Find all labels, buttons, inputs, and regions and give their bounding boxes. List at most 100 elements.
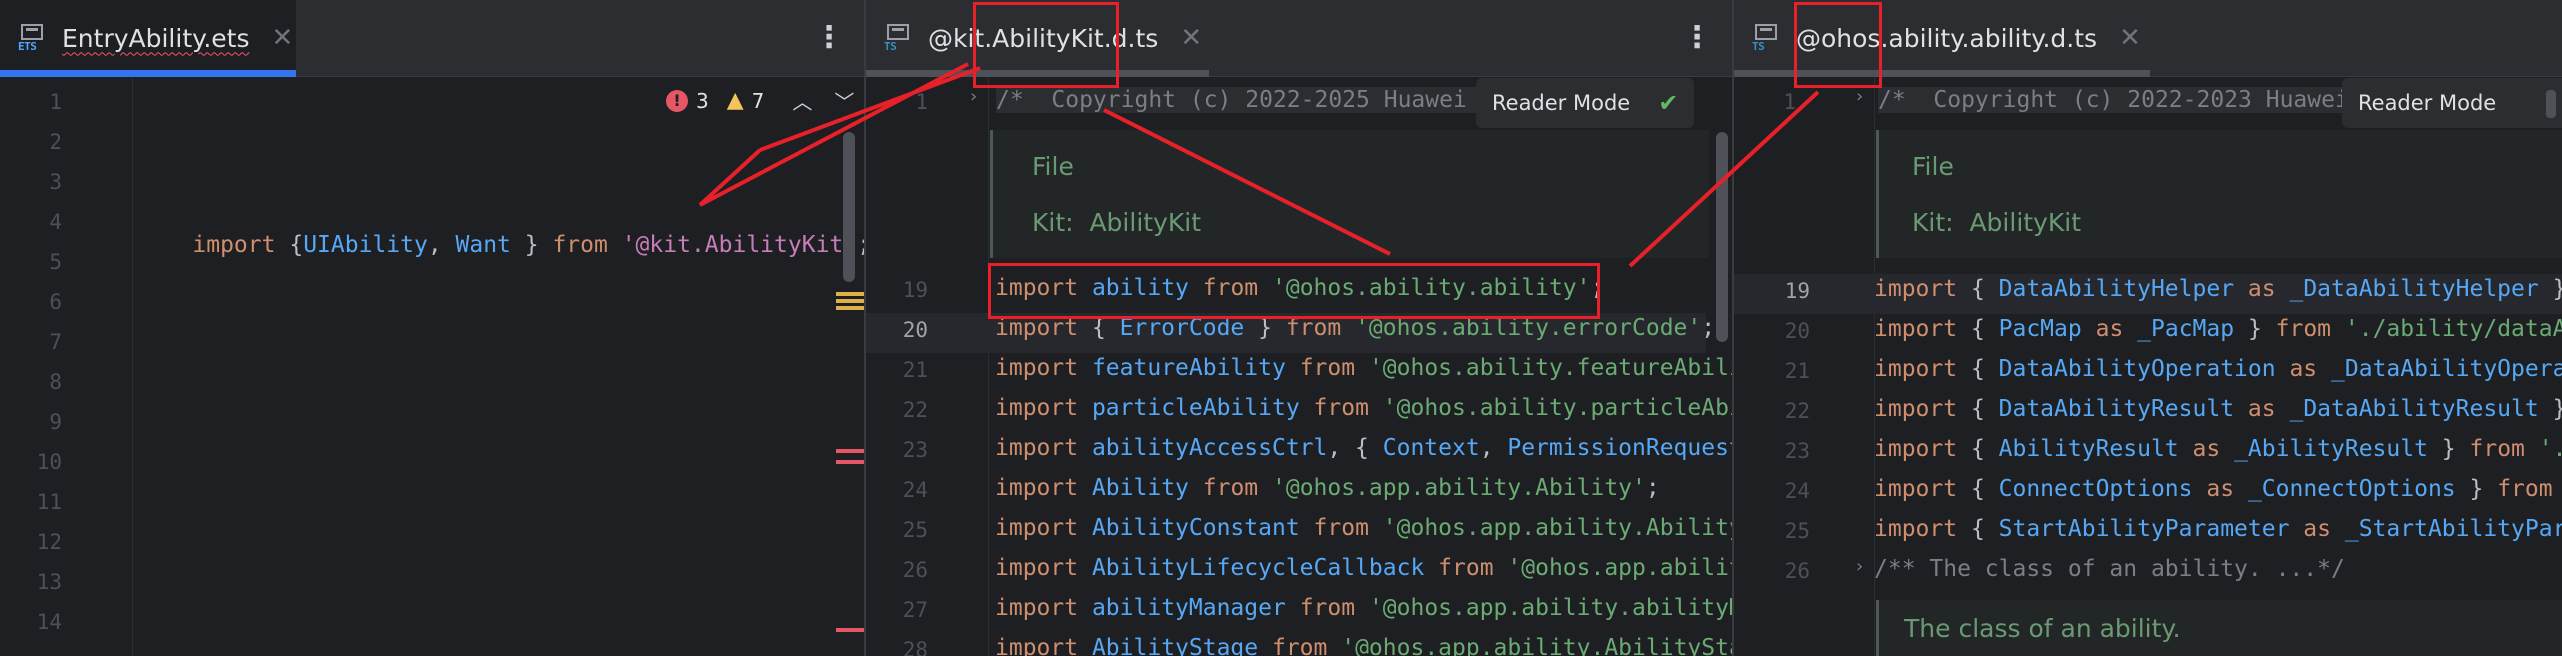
code-line-19[interactable]: import { DataAbilityHelper as _DataAbili…	[1874, 276, 2562, 302]
doc-kit-label: Kit: AbilityKit	[1032, 208, 1202, 237]
doc-file-label: File	[1912, 152, 1954, 181]
code-line-22[interactable]: import { DataAbilityResult as _DataAbili…	[1874, 396, 2562, 422]
code-token: /** The class of an ability. ...*/	[1874, 556, 2345, 582]
code-token: DataAbilityOperation	[1998, 356, 2276, 382]
warning-marker[interactable]	[836, 306, 864, 310]
code-line-22[interactable]: import particleAbility from '@ohos.abili…	[995, 395, 1732, 421]
code-line-24[interactable]: import { ConnectOptions as _ConnectOptio…	[1874, 476, 2562, 502]
chevron-up-icon[interactable]: ︿	[792, 86, 812, 115]
line-number: 8	[49, 370, 62, 394]
code-token: particleAbility	[1091, 395, 1300, 421]
code-line-26[interactable]: import AbilityLifecycleCallback from '@o…	[995, 555, 1732, 581]
code-token: '@ohos.app.ability.Ability'	[1272, 475, 1646, 501]
code-token: './ability/dataAbil	[2344, 316, 2562, 342]
code-token: {	[1957, 436, 1999, 462]
close-icon[interactable]: ✕	[1180, 23, 1202, 53]
code-line-27[interactable]: import abilityManager from '@ohos.app.ab…	[995, 595, 1732, 621]
code-line-26[interactable]: /** The class of an ability. ...*/	[1874, 556, 2345, 582]
code-token: from	[2497, 476, 2553, 502]
line-number: 13	[36, 570, 62, 594]
code-token: from	[1202, 475, 1259, 501]
error-marker[interactable]	[836, 460, 864, 464]
code-line-25[interactable]: import AbilityConstant from '@ohos.app.a…	[995, 515, 1732, 541]
code-line-20[interactable]: import { PacMap as _PacMap } from './abi…	[1874, 316, 2562, 342]
more-options-icon[interactable]: ⋮	[814, 20, 844, 55]
line-number: 5	[49, 250, 62, 274]
fold-arrow-icon[interactable]: ›	[1856, 556, 1863, 577]
doc-kit-label: Kit: AbilityKit	[1912, 208, 2082, 237]
code-token: DataAbilityResult	[1998, 396, 2235, 422]
line-number: 27	[902, 598, 928, 622]
close-icon[interactable]: ✕	[2119, 23, 2141, 53]
line-number: 3	[49, 170, 62, 194]
warning-marker[interactable]	[836, 299, 864, 303]
problems-widget[interactable]: ! 3 ▲ 7 ︿ ﹀	[666, 86, 854, 115]
doc-comment-block	[990, 130, 1709, 258]
code-token: DataAbilityHelper	[1998, 276, 2235, 302]
doc-comment-block	[1876, 130, 2562, 258]
fold-arrow-icon[interactable]: ›	[970, 86, 977, 107]
close-icon[interactable]: ✕	[272, 23, 294, 53]
code-token: _DataAbilityHelper	[2289, 276, 2539, 302]
code-token: from	[1313, 515, 1369, 541]
code-token: '@ohos.app.ability.A	[1507, 555, 1732, 581]
reader-mode-toggle[interactable]: Reader Mode ✔	[1476, 78, 1695, 128]
code-line-21[interactable]: import { DataAbilityOperation as _DataAb…	[1874, 356, 2562, 382]
code-token: StartAbilityParameter	[1998, 516, 2290, 542]
annotation-box-kit-tab	[973, 2, 1119, 88]
code-line-4[interactable]: import {UIAbility, Want } from '@kit.Abi…	[137, 206, 864, 284]
code-token: import	[995, 595, 1079, 621]
vertical-scrollbar[interactable]	[843, 132, 855, 282]
chevron-down-icon[interactable]: ﹀	[834, 86, 854, 115]
code-line-21[interactable]: import featureAbility from '@ohos.abilit…	[995, 355, 1732, 381]
code-token: {	[1957, 516, 1999, 542]
code-token: PacMap	[1998, 316, 2082, 342]
code-line-24[interactable]: import Ability from '@ohos.app.ability.A…	[995, 475, 1660, 501]
tab-label: EntryAbility.ets	[62, 23, 250, 53]
line-number: 14	[36, 610, 62, 634]
fold-arrow-icon[interactable]: ›	[1856, 86, 1863, 107]
code-line-23[interactable]: import { AbilityResult as _AbilityResult…	[1874, 436, 2562, 462]
reader-mode-toggle[interactable]: Reader Mode	[2342, 78, 2562, 128]
code-line-28[interactable]: import AbilityStage from '@ohos.app.abil…	[995, 635, 1732, 656]
error-marker[interactable]	[836, 449, 864, 453]
tab-entryability[interactable]: ETS EntryAbility.ets ✕	[0, 0, 296, 77]
code-token: ConnectOptions	[1998, 476, 2193, 502]
error-marker[interactable]	[836, 628, 864, 632]
code-token: AbilityResult	[1998, 436, 2179, 462]
warning-count: 7	[751, 88, 765, 113]
line-number: 7	[49, 330, 62, 354]
warning-marker[interactable]	[836, 292, 864, 296]
code-token: }	[2455, 476, 2498, 502]
code-token: _DataAbilityOperatio	[2331, 356, 2562, 382]
code-token: as	[2192, 436, 2221, 462]
line-number: 23	[1784, 439, 1810, 463]
code-token: {	[1957, 276, 1999, 302]
code-line-25[interactable]: import { StartAbilityParameter as _Start…	[1874, 516, 2562, 542]
annotation-box-import-line	[988, 263, 1600, 319]
more-options-icon[interactable]: ⋮	[1682, 20, 1712, 55]
code-token: PermissionRequestRes	[1507, 435, 1732, 461]
line-number: 2	[49, 130, 62, 154]
code-token: './ab	[2538, 436, 2562, 462]
code-token: import	[1874, 356, 1958, 382]
line-number: 6	[49, 290, 62, 314]
code-token: _StartAbilityParame	[2344, 516, 2562, 542]
line-number: 1	[49, 90, 62, 114]
code-line-23[interactable]: import abilityAccessCtrl, { Context, Per…	[995, 435, 1732, 461]
vertical-scrollbar[interactable]	[1716, 132, 1728, 342]
